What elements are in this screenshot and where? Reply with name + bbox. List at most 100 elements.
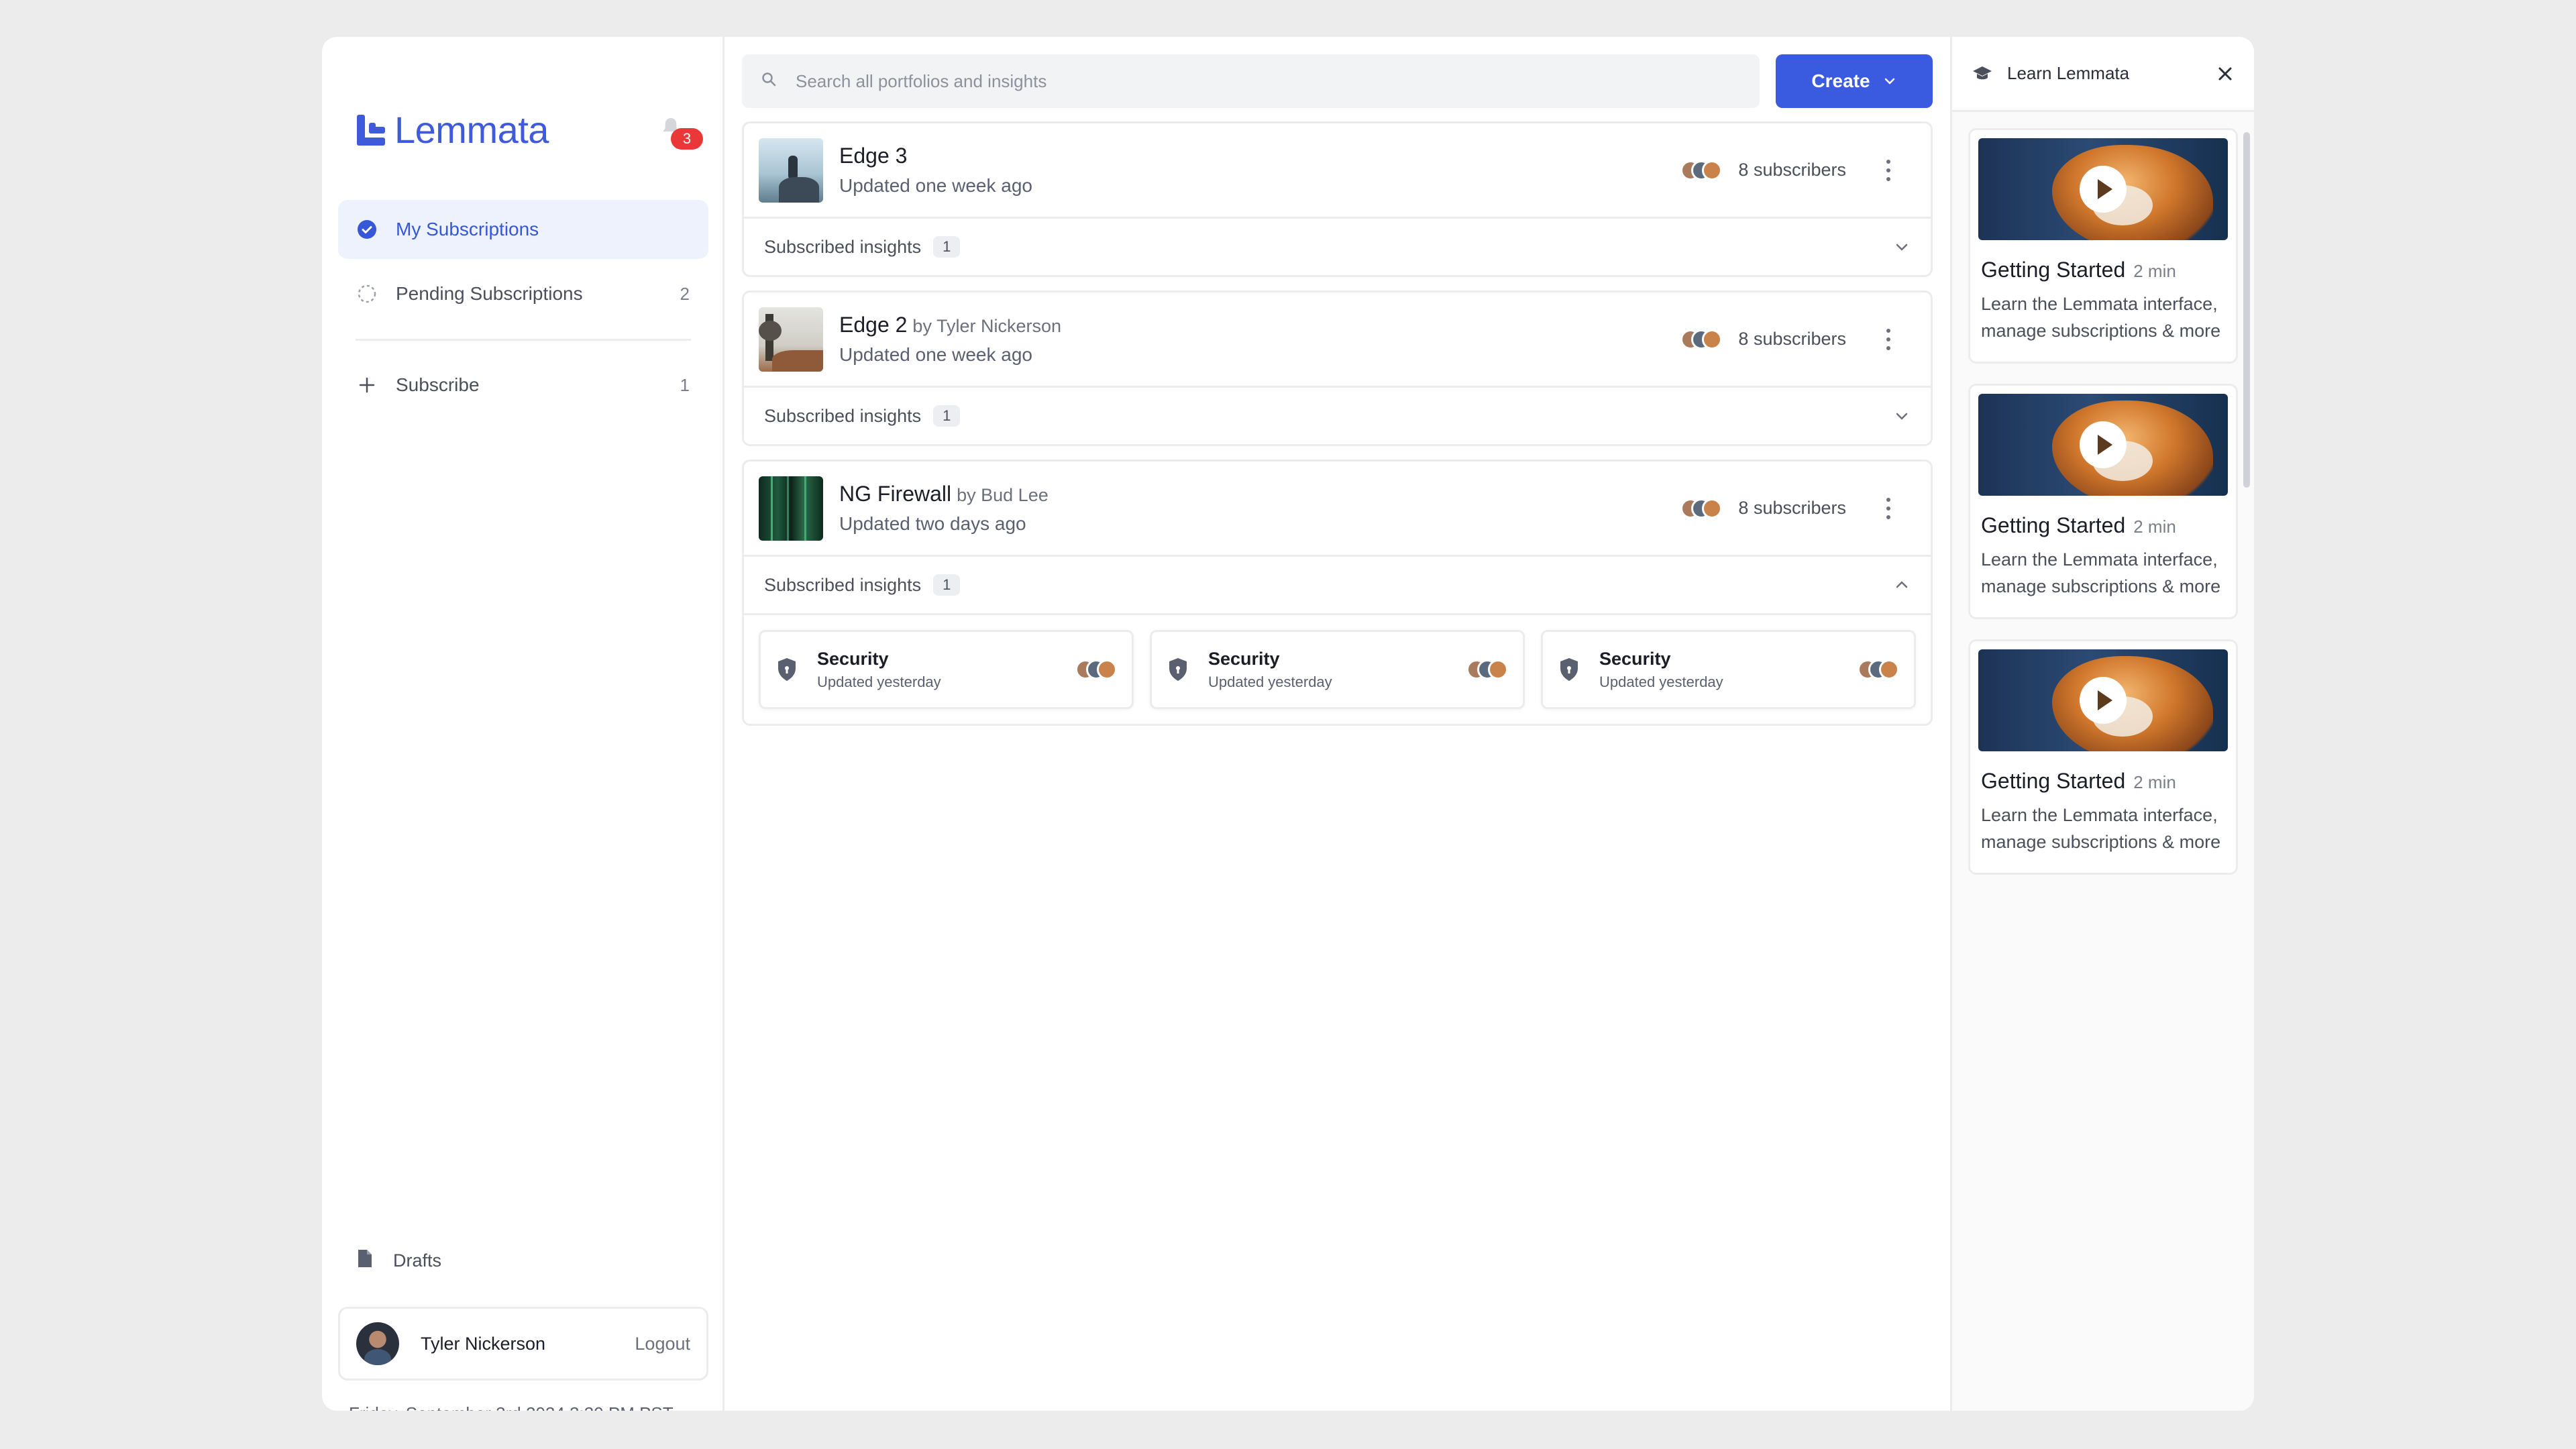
close-icon[interactable] bbox=[2216, 65, 2234, 83]
document-icon bbox=[357, 1248, 373, 1273]
insights-count: 1 bbox=[933, 574, 961, 596]
insights-label: Subscribed insights bbox=[764, 236, 922, 257]
insight-card[interactable]: Security Updated yesterday bbox=[759, 630, 1134, 709]
learn-panel: Learn Lemmata Getting Started 2 min Learn… bbox=[1952, 37, 2254, 1411]
insight-title: Security bbox=[817, 648, 889, 669]
insight-card[interactable]: Security Updated yesterday bbox=[1541, 630, 1916, 709]
subscribers[interactable]: 8 subscribers bbox=[1680, 498, 1846, 519]
insight-title: Security bbox=[1599, 648, 1671, 669]
video-thumbnail[interactable] bbox=[1978, 394, 2228, 496]
subscriber-avatars bbox=[1680, 329, 1723, 350]
notification-badge[interactable]: 3 bbox=[671, 128, 703, 150]
subscriber-avatars bbox=[1680, 160, 1723, 180]
video-description: Learn the Lemmata interface, manage subs… bbox=[1981, 549, 2221, 596]
sidebar-item-count: 1 bbox=[680, 374, 690, 395]
portfolio-updated: Updated two days ago bbox=[839, 513, 1026, 534]
chevron-down-icon bbox=[1896, 244, 1908, 251]
chevron-down-icon bbox=[1896, 413, 1908, 420]
create-button[interactable]: Create bbox=[1776, 54, 1933, 108]
portfolio-header[interactable]: Edge 2 by Tyler Nickerson Updated one wee… bbox=[744, 292, 1931, 388]
user-card: Tyler Nickerson Logout bbox=[338, 1307, 708, 1381]
insight-title: Security bbox=[1208, 648, 1280, 669]
video-duration: 2 min bbox=[2133, 772, 2176, 792]
play-icon[interactable] bbox=[2080, 166, 2127, 213]
scrollbar[interactable] bbox=[2243, 132, 2250, 488]
subscribed-insights-toggle[interactable]: Subscribed insights 1 bbox=[744, 388, 1931, 444]
subscribers[interactable]: 8 subscribers bbox=[1680, 329, 1846, 350]
sidebar-item-label: Pending Subscriptions bbox=[396, 283, 583, 304]
video-title: Getting Started bbox=[1981, 513, 2126, 537]
main-content: Search all portfolios and insights Creat… bbox=[724, 37, 1952, 1411]
logo[interactable]: Lemmata bbox=[357, 108, 549, 152]
sidebar-item-my-subscriptions[interactable]: My Subscriptions bbox=[338, 200, 708, 259]
video-description: Learn the Lemmata interface, manage subs… bbox=[1981, 294, 2221, 341]
insights-list: Security Updated yesterday Security Upda… bbox=[744, 613, 1931, 724]
avatar[interactable] bbox=[356, 1322, 399, 1365]
subscriber-avatars bbox=[1858, 659, 1899, 680]
video-duration: 2 min bbox=[2133, 517, 2176, 537]
subscriber-count: 8 subscribers bbox=[1738, 329, 1846, 349]
portfolio-thumbnail bbox=[759, 307, 823, 372]
subscribed-insights-toggle[interactable]: Subscribed insights 1 bbox=[744, 557, 1931, 613]
portfolio-title[interactable]: Edge 2 bbox=[839, 313, 907, 337]
portfolio-header[interactable]: NG Firewall by Bud Lee Updated two days a… bbox=[744, 462, 1931, 557]
insights-label: Subscribed insights bbox=[764, 574, 922, 595]
sidebar-item-subscribe[interactable]: Subscribe 1 bbox=[338, 356, 708, 415]
sidebar-item-label: My Subscriptions bbox=[396, 219, 539, 239]
check-circle-icon bbox=[357, 219, 377, 239]
footer-date: Friday, September 3rd 2024 2:30 PM PST bbox=[349, 1403, 674, 1411]
learn-panel-header: Learn Lemmata bbox=[1952, 37, 2254, 112]
insight-updated: Updated yesterday bbox=[817, 673, 941, 690]
insight-updated: Updated yesterday bbox=[1599, 673, 1723, 690]
portfolio-header[interactable]: Edge 3 Updated one week ago 8 subscriber… bbox=[744, 123, 1931, 219]
subscriber-avatars bbox=[1466, 659, 1508, 680]
shield-icon bbox=[778, 658, 796, 681]
insight-card[interactable]: Security Updated yesterday bbox=[1150, 630, 1525, 709]
portfolio-author[interactable]: by Tyler Nickerson bbox=[912, 316, 1061, 336]
portfolio-title[interactable]: NG Firewall bbox=[839, 482, 951, 506]
portfolio-author[interactable]: by Bud Lee bbox=[957, 485, 1049, 505]
search-icon bbox=[761, 71, 777, 92]
portfolio-card[interactable]: Edge 2 by Tyler Nickerson Updated one wee… bbox=[742, 290, 1933, 446]
sidebar-item-drafts[interactable]: Drafts bbox=[357, 1248, 441, 1273]
video-description: Learn the Lemmata interface, manage subs… bbox=[1981, 805, 2221, 852]
sidebar-item-pending-subscriptions[interactable]: Pending Subscriptions 2 bbox=[338, 264, 708, 323]
create-button-label: Create bbox=[1811, 70, 1870, 91]
portfolio-card[interactable]: Edge 3 Updated one week ago 8 subscriber… bbox=[742, 121, 1933, 277]
portfolio-updated: Updated one week ago bbox=[839, 175, 1032, 196]
app-name: Lemmata bbox=[394, 109, 549, 151]
subscribed-insights-toggle[interactable]: Subscribed insights 1 bbox=[744, 219, 1931, 275]
app-window: Lemmata 3 My Subscriptions Pending Subsc… bbox=[322, 37, 2254, 1411]
sidebar-item-label: Subscribe bbox=[396, 374, 480, 395]
portfolio-title[interactable]: Edge 3 bbox=[839, 144, 907, 168]
portfolio-thumbnail bbox=[759, 476, 823, 541]
subscriber-avatars bbox=[1075, 659, 1117, 680]
kebab-icon[interactable] bbox=[1878, 495, 1898, 522]
kebab-icon[interactable] bbox=[1878, 326, 1898, 353]
video-title: Getting Started bbox=[1981, 258, 2126, 282]
video-card[interactable]: Getting Started 2 min Learn the Lemmata i… bbox=[1968, 639, 2238, 875]
video-card[interactable]: Getting Started 2 min Learn the Lemmata i… bbox=[1968, 128, 2238, 364]
sidebar: Lemmata 3 My Subscriptions Pending Subsc… bbox=[322, 37, 724, 1411]
dashed-circle-icon bbox=[357, 284, 377, 304]
video-card[interactable]: Getting Started 2 min Learn the Lemmata i… bbox=[1968, 384, 2238, 619]
logout-button[interactable]: Logout bbox=[635, 1334, 690, 1354]
search-placeholder: Search all portfolios and insights bbox=[796, 70, 1047, 91]
sidebar-divider bbox=[356, 339, 691, 341]
subscribers[interactable]: 8 subscribers bbox=[1680, 160, 1846, 180]
video-thumbnail[interactable] bbox=[1978, 649, 2228, 751]
sidebar-item-count: 2 bbox=[680, 283, 690, 304]
learn-panel-body: Getting Started 2 min Learn the Lemmata i… bbox=[1952, 112, 2254, 1411]
drafts-label: Drafts bbox=[393, 1250, 442, 1271]
play-icon[interactable] bbox=[2080, 677, 2127, 724]
logo-mark-icon bbox=[357, 114, 385, 146]
video-thumbnail[interactable] bbox=[1978, 138, 2228, 240]
learn-panel-title: Learn Lemmata bbox=[2007, 63, 2130, 83]
search-input[interactable]: Search all portfolios and insights bbox=[742, 54, 1760, 108]
kebab-icon[interactable] bbox=[1878, 157, 1898, 184]
subscriber-avatars bbox=[1680, 498, 1723, 519]
play-icon[interactable] bbox=[2080, 421, 2127, 468]
portfolio-card[interactable]: NG Firewall by Bud Lee Updated two days a… bbox=[742, 460, 1933, 726]
subscriber-count: 8 subscribers bbox=[1738, 160, 1846, 180]
shield-icon bbox=[1560, 658, 1578, 681]
